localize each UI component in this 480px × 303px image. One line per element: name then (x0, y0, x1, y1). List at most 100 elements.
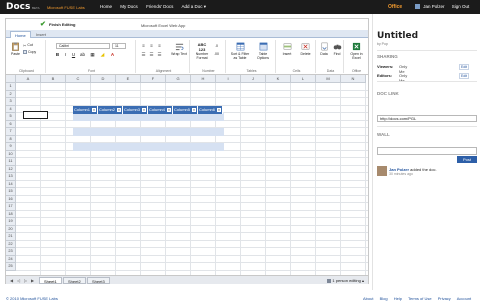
user-name[interactable]: Jan Polzer (423, 4, 444, 9)
table-header-cell[interactable]: Column5 ▾ (173, 105, 198, 114)
row-header[interactable]: 23 (6, 248, 16, 256)
data-button[interactable]: Data (318, 42, 330, 56)
column-header[interactable]: C (66, 75, 91, 83)
row-header[interactable]: 6 (6, 120, 16, 128)
editing-status[interactable]: 1 person editing ▴ (327, 277, 364, 284)
row-header[interactable]: 10 (6, 150, 16, 158)
column-header[interactable]: L (291, 75, 316, 83)
document-title[interactable]: Untitled (377, 31, 418, 41)
finish-editing-button[interactable]: Finish Editing (49, 22, 75, 27)
copy-button[interactable]: Copy (23, 50, 36, 55)
borders-icon[interactable]: ▦ (90, 52, 95, 58)
row-header[interactable]: 22 (6, 240, 16, 248)
table-header-cell[interactable]: Column1 ▾ (73, 105, 98, 114)
row-header[interactable]: 20 (6, 225, 16, 233)
wall-post-input[interactable] (377, 147, 477, 155)
column-header[interactable]: I (216, 75, 241, 83)
table-row[interactable] (73, 143, 224, 151)
strikethrough-icon[interactable]: ab (80, 52, 85, 57)
column-header[interactable]: F (141, 75, 166, 83)
docs-logo[interactable]: Docs (6, 2, 30, 12)
column-header[interactable]: K (266, 75, 291, 83)
nav-my-docs[interactable]: My Docs (120, 4, 138, 9)
filter-dropdown-icon[interactable]: ▾ (92, 107, 96, 112)
font-size-select[interactable]: 11 (112, 43, 126, 49)
font-color-icon[interactable]: A (110, 52, 115, 57)
nav-home[interactable]: Home (100, 4, 112, 9)
table-row[interactable] (73, 121, 224, 129)
delete-cells-button[interactable]: Delete (297, 42, 314, 56)
row-header[interactable]: 4 (6, 105, 16, 113)
row-header[interactable]: 15 (6, 188, 16, 196)
column-header[interactable]: H (191, 75, 216, 83)
table-header-cell[interactable]: Column6 ▾ (198, 105, 223, 114)
active-cell-a1[interactable] (23, 111, 48, 119)
tab-home[interactable]: Home (10, 31, 31, 38)
align-left-icon[interactable]: ☰ (141, 52, 146, 58)
filter-dropdown-icon[interactable]: ▾ (167, 107, 171, 112)
decrease-decimal-icon[interactable]: .00 (214, 52, 219, 56)
table-header-cell[interactable]: Column3 ▾ (123, 105, 148, 114)
paste-button[interactable]: Paste (9, 42, 22, 56)
footer-link-about[interactable]: About (363, 296, 373, 301)
nav-friends-docs[interactable]: Friends' Docs (146, 4, 173, 9)
row-header[interactable]: 13 (6, 173, 16, 181)
column-header[interactable]: M (316, 75, 341, 83)
tab-insert[interactable]: Insert (32, 31, 50, 38)
last-sheet-icon[interactable]: ▶ (31, 278, 34, 283)
sort-filter-table-button[interactable]: Sort & Filter as Table (229, 42, 251, 60)
filter-dropdown-icon[interactable]: ▾ (217, 107, 221, 112)
post-button[interactable]: Post (457, 156, 477, 163)
row-header[interactable]: 1 (6, 83, 16, 91)
filter-dropdown-icon[interactable]: ▾ (117, 107, 121, 112)
table-row[interactable] (73, 113, 224, 121)
row-header[interactable]: 2 (6, 90, 16, 98)
footer-link-account[interactable]: Account (457, 296, 471, 301)
table-header-cell[interactable]: Column2 ▾ (98, 105, 123, 114)
first-sheet-icon[interactable]: ◀ (10, 278, 13, 283)
row-header[interactable]: 18 (6, 210, 16, 218)
filter-dropdown-icon[interactable]: ▾ (192, 107, 196, 112)
row-header[interactable]: 24 (6, 255, 16, 263)
row-header[interactable]: 11 (6, 158, 16, 166)
prev-sheet-icon[interactable]: ◁ (17, 278, 20, 283)
row-header[interactable]: 16 (6, 195, 16, 203)
align-right-icon[interactable]: ☰ (157, 52, 162, 58)
bold-button[interactable]: B (55, 52, 60, 57)
increase-decimal-icon[interactable]: .0 (214, 44, 219, 48)
row-header[interactable]: 21 (6, 233, 16, 241)
fuse-labs-link[interactable]: Microsoft FUSE Labs (47, 5, 85, 10)
font-name-select[interactable]: Calibri (56, 43, 110, 49)
row-header[interactable]: 17 (6, 203, 16, 211)
wrap-text-button[interactable]: Wrap Text (171, 42, 187, 56)
row-header[interactable]: 9 (6, 143, 16, 151)
italic-button[interactable]: I (63, 52, 68, 57)
align-center-icon[interactable]: ☰ (149, 52, 154, 58)
row-header[interactable]: 25 (6, 263, 16, 271)
column-header[interactable]: A (16, 75, 41, 83)
table-row[interactable] (73, 136, 224, 144)
find-button[interactable]: Find (331, 42, 343, 56)
edit-editors-button[interactable]: Edit (459, 73, 470, 79)
doc-link-field[interactable]: http://docs.com/PGL (377, 115, 477, 122)
column-header[interactable]: N (341, 75, 366, 83)
row-header[interactable]: 19 (6, 218, 16, 226)
sheet-tab-1[interactable]: Sheet1 (39, 277, 62, 284)
table-header-cell[interactable]: Column4 ▾ (148, 105, 173, 114)
row-header[interactable]: 14 (6, 180, 16, 188)
fill-color-icon[interactable]: ◢ (100, 52, 105, 58)
open-in-excel-button[interactable]: Open in Excel (347, 42, 366, 60)
table-row[interactable] (73, 128, 224, 136)
align-middle-icon[interactable]: ≡ (149, 43, 154, 48)
next-sheet-icon[interactable]: ▷ (24, 278, 27, 283)
nav-add-doc[interactable]: Add a Doc ▾ (181, 4, 206, 9)
table-options-button[interactable]: Table Options (253, 42, 273, 60)
filter-dropdown-icon[interactable]: ▾ (142, 107, 146, 112)
column-header[interactable]: D (91, 75, 116, 83)
row-header[interactable]: 12 (6, 165, 16, 173)
sign-out-link[interactable]: Sign Out (452, 4, 470, 9)
select-all-corner[interactable] (6, 75, 16, 83)
underline-button[interactable]: U (71, 52, 76, 57)
footer-link-help[interactable]: Help (394, 296, 402, 301)
number-format-button[interactable]: ABC 123 Number Format (194, 42, 210, 60)
